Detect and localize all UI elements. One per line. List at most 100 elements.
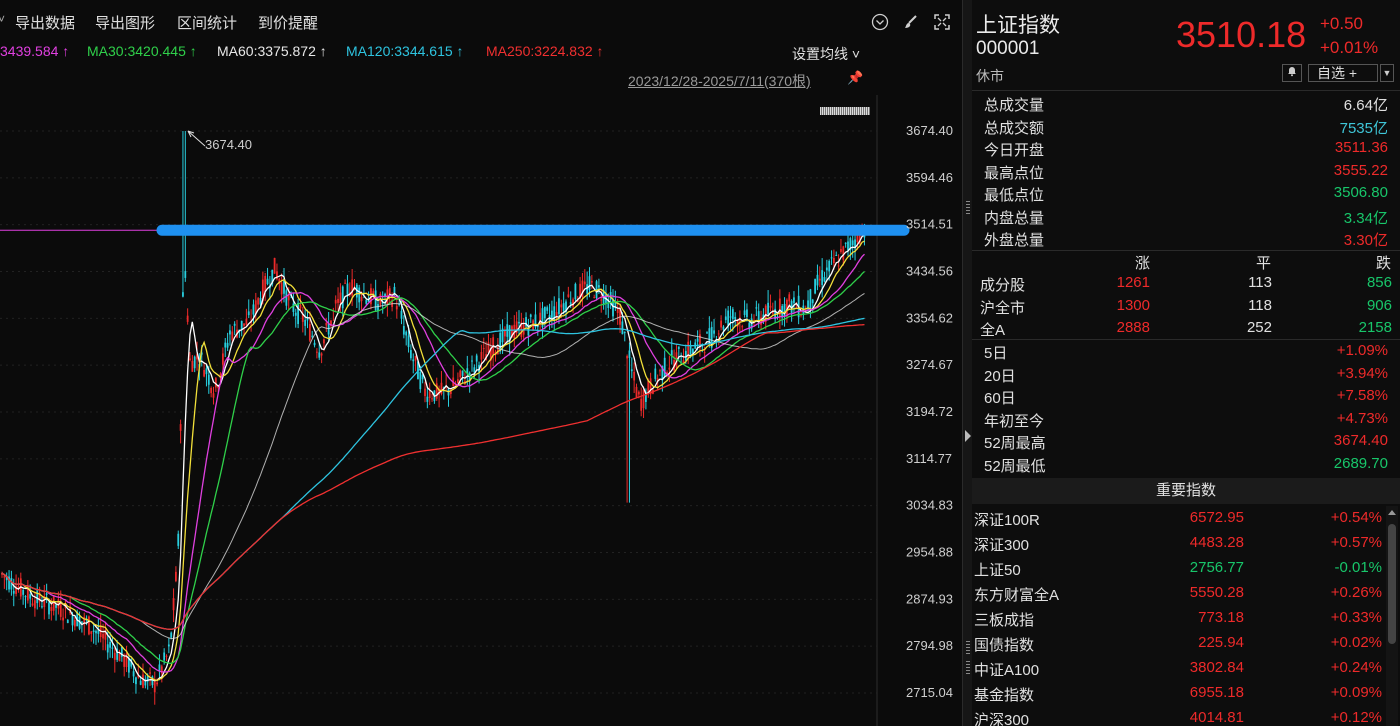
chart-grid (0, 95, 878, 726)
breadth-row: 全A 2888 252 2158 (972, 317, 1400, 339)
candle-body (473, 367, 476, 373)
candle-body (729, 316, 732, 318)
candle-body (835, 254, 838, 256)
index-row[interactable]: 三板成指 773.18 +0.33% (972, 606, 1386, 631)
index-row-change: +0.57% (1330, 534, 1382, 551)
candle-body (598, 285, 600, 288)
candle-body (313, 342, 316, 346)
collapse-circle-icon[interactable] (870, 13, 890, 33)
index-row-change: +0.26% (1330, 584, 1382, 601)
ma250-line (1, 323, 865, 630)
candle-body (205, 368, 208, 375)
index-row[interactable]: 中证A100 3802.84 +0.24% (972, 656, 1386, 681)
bell-icon (1288, 67, 1296, 77)
date-range-label[interactable]: 2023/12/28-2025/7/11(370根) (628, 71, 811, 91)
candle-body (95, 630, 97, 634)
candle-body (109, 641, 111, 648)
candle-body (92, 630, 95, 632)
candle-body (149, 672, 151, 674)
breadth-header: 涨 平 跌 (972, 252, 1400, 272)
y-axis-tick-label: 2715.04 (906, 685, 953, 700)
y-axis-tick-label: 3674.40 (906, 123, 953, 138)
period-row: 60日 +7.58% (972, 385, 1400, 407)
splitter-expand-icon[interactable] (965, 430, 971, 442)
candle-body (172, 598, 175, 611)
candle-body (842, 246, 845, 260)
ma-legend-ma30: MA30:3420.445 ↑ (87, 43, 197, 59)
index-row-price: 2756.77 (1189, 559, 1244, 576)
scroll-up-icon[interactable] (1388, 510, 1396, 515)
stat-row: 内盘总量 3.34亿 (972, 205, 1400, 227)
kline-chart[interactable]: 3674.40 3674.40 3594.46 3514.51 3434.56 3354… (0, 0, 962, 726)
kline-chart-pane[interactable]: 3674.40 3674.40 3594.46 3514.51 3434.56 3354… (0, 0, 962, 726)
range-stats-button[interactable]: 区间统计 (177, 12, 237, 33)
chart-toolbar: ˅ 导出数据 导出图形 区间统计 到价提醒 (0, 8, 962, 38)
candle-body (457, 379, 459, 384)
candle-body (828, 260, 831, 272)
candle-body (360, 296, 363, 302)
pane-splitter[interactable] (962, 0, 972, 726)
chart-scroll-handle[interactable] (820, 107, 870, 115)
candle-body (186, 315, 189, 322)
ma-legend-ma60: MA60:3375.872 ↑ (217, 43, 327, 59)
index-row-name: 深证300 (974, 537, 1030, 554)
setup-ma-button[interactable]: 设置均线 ˅ (792, 44, 860, 64)
index-row-name: 三板成指 (974, 612, 1035, 629)
splitter-grip-icon[interactable] (966, 200, 970, 214)
candle-body (52, 595, 55, 611)
candle-body (769, 305, 772, 308)
candle-body (428, 391, 431, 399)
price-alert-button[interactable]: 到价提醒 (258, 12, 318, 33)
alert-bell-button[interactable] (1282, 64, 1302, 82)
candle-body (529, 314, 532, 317)
candle-body (818, 278, 821, 281)
splitter-grip-icon[interactable] (966, 660, 970, 674)
period-label: 年初至今 (984, 412, 1045, 430)
brush-draw-icon[interactable] (901, 13, 921, 33)
candle-body (247, 311, 250, 316)
stat-label: 总成交量 (984, 97, 1045, 114)
period-row: 52周最高 3674.40 (972, 430, 1400, 452)
candle-body (743, 310, 746, 315)
index-row[interactable]: 上证50 2756.77 -0.01% (972, 556, 1386, 581)
scroll-thumb[interactable] (1388, 524, 1396, 644)
candle-body (337, 298, 339, 303)
fullscreen-icon[interactable] (932, 13, 952, 33)
index-row[interactable]: 深证100R 6572.95 +0.54% (972, 506, 1386, 531)
candle-body (720, 320, 722, 328)
toolbar-caret-icon[interactable]: ˅ (0, 12, 5, 26)
index-row-change: -0.01% (1334, 559, 1382, 576)
stat-value: 3.30亿 (1343, 232, 1388, 249)
candle-body (574, 283, 577, 300)
y-axis-tick-label: 2954.88 (906, 545, 953, 560)
index-row[interactable]: 东方财富全A 5550.28 +0.26% (972, 581, 1386, 606)
candle-body (755, 307, 758, 309)
stat-value: 7535亿 (1339, 119, 1388, 137)
candle-body (224, 342, 227, 348)
candle-body (365, 300, 368, 304)
candle-body (767, 302, 769, 315)
index-row[interactable]: 沪深300 4014.81 +0.12% (972, 706, 1386, 726)
add-watchlist-button[interactable]: 自选 + (1308, 64, 1378, 82)
divider (972, 90, 1400, 91)
candle-body (558, 298, 560, 315)
candle-body (724, 316, 727, 321)
pin-icon[interactable]: 📌 (847, 70, 863, 86)
candle-body (132, 671, 135, 677)
index-row-name: 中证A100 (974, 662, 1040, 679)
candle-body (626, 356, 628, 359)
candle-body (142, 674, 144, 688)
export-data-button[interactable]: 导出数据 (15, 12, 75, 33)
candle-body (731, 309, 734, 320)
watchlist-dropdown-icon[interactable]: ▼ (1380, 64, 1394, 82)
index-row[interactable]: 国债指数 225.94 +0.02% (972, 631, 1386, 656)
splitter-grip-icon[interactable] (966, 640, 970, 654)
export-chart-button[interactable]: 导出图形 (95, 12, 155, 33)
index-row[interactable]: 深证300 4483.28 +0.57% (972, 531, 1386, 556)
stat-label: 最高点位 (984, 164, 1045, 182)
y-axis: 3674.40 3594.46 3514.51 3434.56 3354.62 3274.… (906, 123, 953, 700)
candle-body (809, 289, 812, 309)
index-row[interactable]: 基金指数 6955.18 +0.09% (972, 681, 1386, 706)
candle-body (560, 304, 563, 308)
indices-scrollbar[interactable] (1386, 506, 1398, 726)
